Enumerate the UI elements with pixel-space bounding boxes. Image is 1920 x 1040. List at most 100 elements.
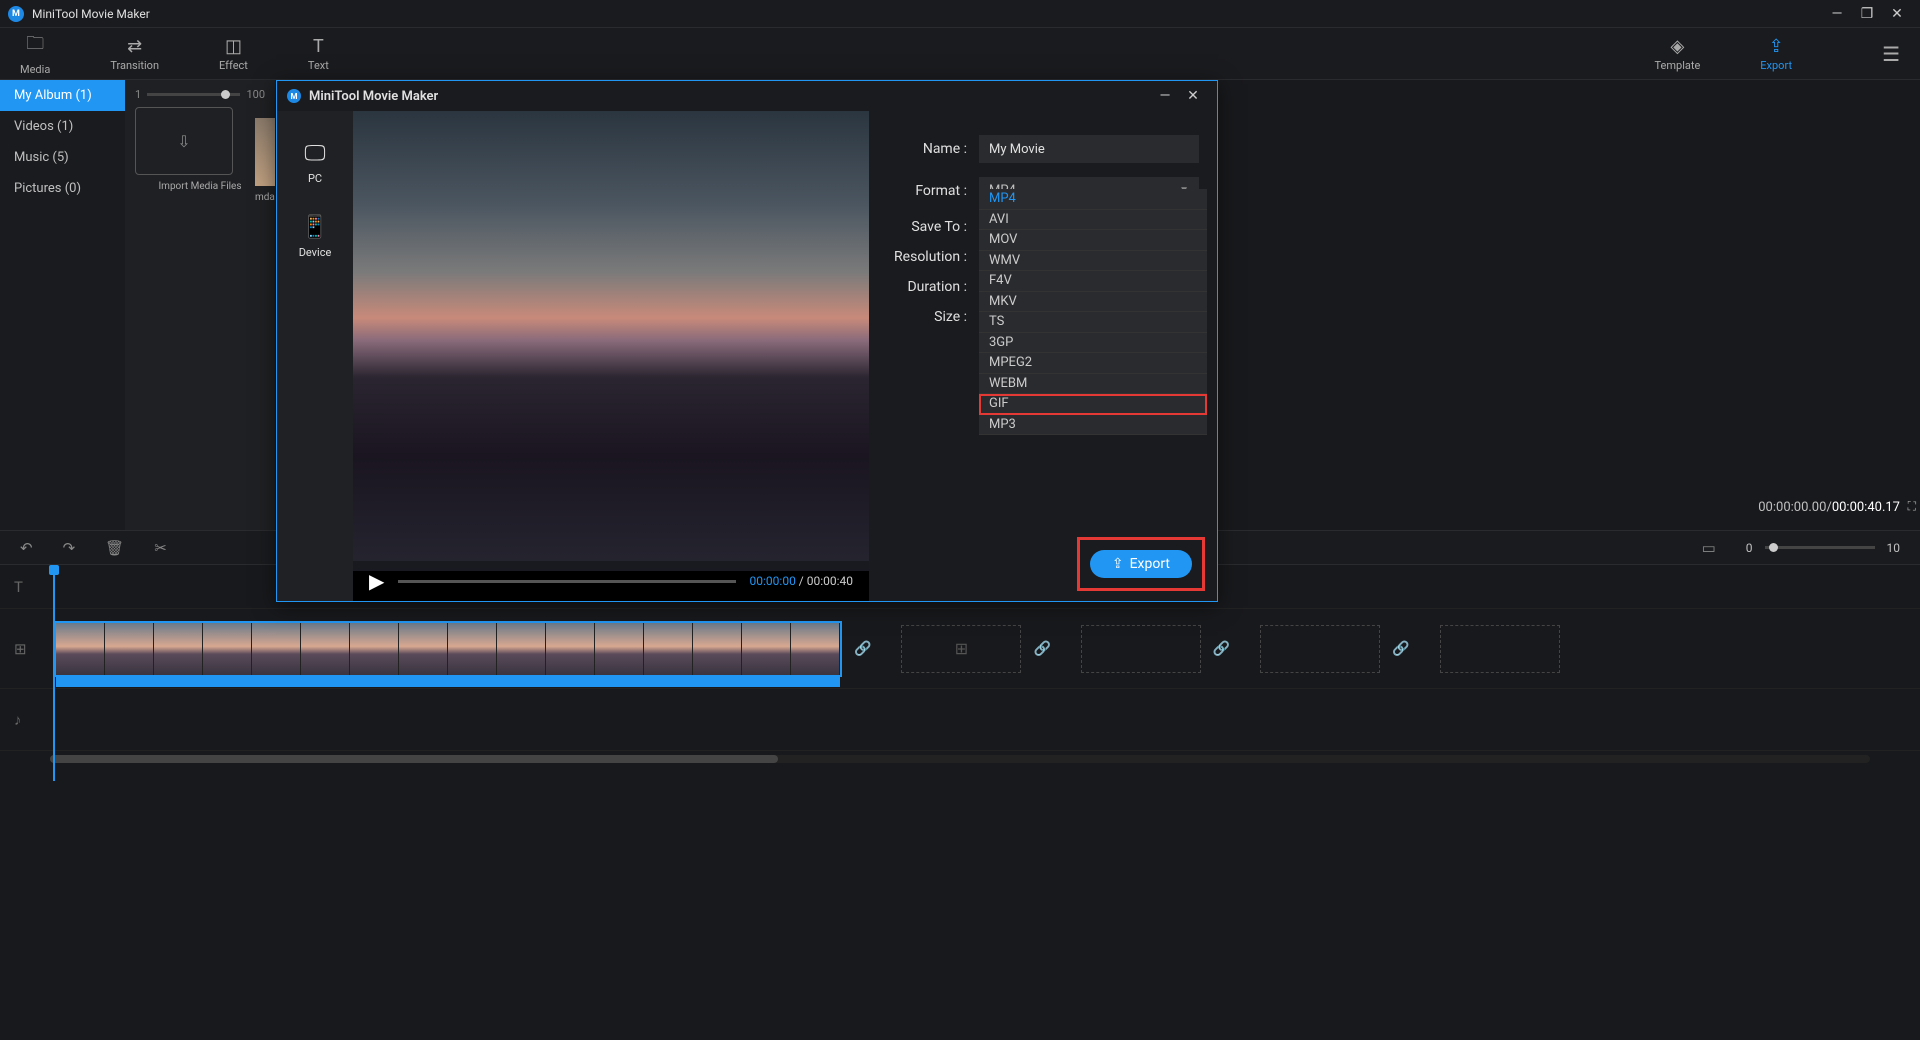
fit-button[interactable]: ▭ xyxy=(1702,539,1716,557)
player-current: 00:00:00 xyxy=(750,574,796,588)
export-button-label: Export xyxy=(1130,556,1170,572)
dialog-preview: ▶ 00:00:00 / 00:00:40 xyxy=(353,111,869,601)
sidebar: My Album (1) Videos (1) Music (5) Pictur… xyxy=(0,80,125,530)
timeline-zoom-slider[interactable] xyxy=(1765,546,1875,549)
dialog-minimize-button[interactable]: — xyxy=(1151,88,1179,104)
text-tab[interactable]: T Text xyxy=(308,36,329,72)
video-track: ⊞ 🔗 ⊞ 🔗 🔗 🔗 xyxy=(0,609,1920,689)
resolution-label: Resolution : xyxy=(887,249,967,265)
duration-label: Duration : xyxy=(887,279,967,295)
text-icon: T xyxy=(313,36,324,57)
link-icon[interactable]: 🔗 xyxy=(1213,641,1230,657)
device-tab[interactable]: 📱 Device xyxy=(299,215,332,259)
format-option-webm[interactable]: WEBM xyxy=(979,374,1207,395)
empty-clip-slot[interactable]: ⊞ xyxy=(901,625,1021,673)
format-option-avi[interactable]: AVI xyxy=(979,210,1207,231)
fullscreen-icon[interactable]: ⛶ xyxy=(1908,499,1916,514)
download-icon: ⇩ xyxy=(177,132,190,151)
audio-track: ♪ xyxy=(0,689,1920,751)
template-button[interactable]: ◈ Template xyxy=(1655,36,1701,72)
timeline-zoom: 0 10 xyxy=(1746,541,1900,555)
device-icon: 📱 xyxy=(301,215,328,240)
export-button-highlight: ⇪ Export xyxy=(1077,537,1205,591)
preview-total-time: 00:00:40.17 xyxy=(1832,500,1900,515)
format-option-mp3[interactable]: MP3 xyxy=(979,415,1207,436)
delete-button[interactable]: 🗑 xyxy=(105,539,124,557)
play-button[interactable]: ▶ xyxy=(369,569,384,593)
export-label: Export xyxy=(1760,59,1792,72)
redo-button[interactable]: ↷ xyxy=(63,539,76,557)
preview-current-time: 00:00:00.00 xyxy=(1758,500,1826,515)
sidebar-item-pictures[interactable]: Pictures (0) xyxy=(0,173,125,204)
export-toolbar-button[interactable]: ⇪ Export xyxy=(1760,36,1792,72)
sidebar-item-videos[interactable]: Videos (1) xyxy=(0,111,125,142)
media-zoom: 1 100 xyxy=(135,88,265,101)
split-button[interactable]: ✂ xyxy=(154,539,167,557)
zoom-max: 100 xyxy=(246,88,265,101)
text-track-icon: T xyxy=(14,578,40,596)
format-option-ts[interactable]: TS xyxy=(979,312,1207,333)
text-label: Text xyxy=(308,59,329,72)
format-option-3gp[interactable]: 3GP xyxy=(979,333,1207,354)
app-title: MiniTool Movie Maker xyxy=(32,7,1822,21)
name-input[interactable] xyxy=(979,135,1199,163)
media-label: Media xyxy=(20,63,50,76)
format-option-gif[interactable]: GIF xyxy=(979,394,1207,415)
sidebar-item-album[interactable]: My Album (1) xyxy=(0,80,125,111)
preview-timecode: 00:00:00.00/00:00:40.17 xyxy=(1758,500,1900,515)
effect-tab[interactable]: ◫ Effect xyxy=(219,36,248,72)
import-media-button[interactable]: ⇩ xyxy=(135,107,233,175)
import-label: Import Media Files xyxy=(135,181,265,192)
device-label: Device xyxy=(299,246,332,259)
effect-label: Effect xyxy=(219,59,248,72)
name-label: Name : xyxy=(887,141,967,157)
zoom-min: 1 xyxy=(135,88,141,101)
undo-button[interactable]: ↶ xyxy=(20,539,33,557)
saveto-label: Save To : xyxy=(887,219,967,235)
player-duration: 00:00:40 xyxy=(807,574,853,588)
format-option-mov[interactable]: MOV xyxy=(979,230,1207,251)
main-toolbar: 🗀 Media ⇄ Transition ◫ Effect T Text ◈ T… xyxy=(0,28,1920,80)
format-option-mpeg2[interactable]: MPEG2 xyxy=(979,353,1207,374)
media-tab[interactable]: 🗀 Media xyxy=(20,31,50,76)
format-label: Format : xyxy=(887,183,967,199)
progress-bar[interactable] xyxy=(398,580,735,583)
dialog-close-button[interactable]: ✕ xyxy=(1179,88,1207,104)
export-icon: ⇪ xyxy=(1769,36,1784,57)
template-icon: ◈ xyxy=(1670,36,1684,57)
transition-tab[interactable]: ⇄ Transition xyxy=(110,36,159,72)
pc-label: PC xyxy=(308,172,322,185)
dialog-sidebar: 🖵 PC 📱 Device xyxy=(277,111,353,601)
format-option-f4v[interactable]: F4V xyxy=(979,271,1207,292)
close-button[interactable]: ✕ xyxy=(1882,0,1912,28)
player-time: 00:00:00 / 00:00:40 xyxy=(750,574,853,588)
export-button[interactable]: ⇪ Export xyxy=(1090,550,1192,578)
hamburger-menu[interactable]: ☰ xyxy=(1882,42,1900,66)
maximize-button[interactable]: ❐ xyxy=(1852,0,1882,28)
format-option-mkv[interactable]: MKV xyxy=(979,292,1207,313)
video-track-icon: ⊞ xyxy=(14,640,40,658)
format-option-wmv[interactable]: WMV xyxy=(979,251,1207,272)
link-icon[interactable]: 🔗 xyxy=(1392,641,1409,657)
media-zoom-slider[interactable] xyxy=(147,93,240,96)
pc-tab[interactable]: 🖵 PC xyxy=(304,141,325,185)
audio-track-icon: ♪ xyxy=(14,711,40,729)
video-clip[interactable] xyxy=(54,621,842,677)
empty-clip-slot[interactable] xyxy=(1081,625,1201,673)
player-sep: / xyxy=(796,574,807,588)
export-dialog: M MiniTool Movie Maker — ✕ 🖵 PC 📱 Device… xyxy=(276,80,1218,602)
link-icon[interactable]: 🔗 xyxy=(1033,641,1050,657)
empty-clip-slot[interactable] xyxy=(1260,625,1380,673)
minimize-button[interactable]: — xyxy=(1822,0,1852,28)
audio-waveform xyxy=(56,675,840,687)
dialog-body: 🖵 PC 📱 Device ▶ 00:00:00 / 00:00:40 Name… xyxy=(277,111,1217,601)
sidebar-item-music[interactable]: Music (5) xyxy=(0,142,125,173)
empty-clip-slot[interactable] xyxy=(1440,625,1560,673)
media-thumbnail-label: mda xyxy=(255,192,275,203)
template-label: Template xyxy=(1655,59,1701,72)
format-option-mp4[interactable]: MP4 xyxy=(979,189,1207,210)
timeline-scrollbar[interactable] xyxy=(50,755,1870,763)
media-thumbnail[interactable] xyxy=(255,118,275,186)
format-dropdown: MP4AVIMOVWMVF4VMKVTS3GPMPEG2WEBMGIFMP3 xyxy=(979,189,1207,435)
link-icon[interactable]: 🔗 xyxy=(854,641,871,657)
